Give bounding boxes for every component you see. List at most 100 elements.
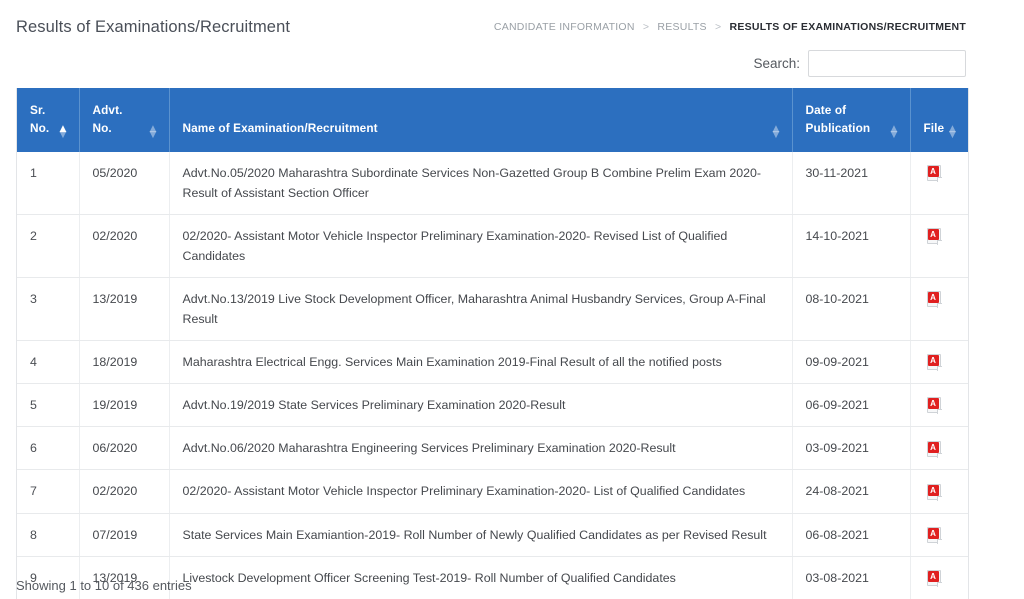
- results-table-container: Sr. No. ▲ ▼ Advt. No. ▲ ▼ Name of Examin…: [16, 88, 969, 599]
- results-page: Results of Examinations/Recruitment CAND…: [0, 0, 1024, 599]
- cell-name: Advt.No.19/2019 State Services Prelimina…: [169, 383, 793, 428]
- cell-date: 08-10-2021: [792, 277, 911, 342]
- column-header-sr-no-line2: No.: [30, 121, 50, 136]
- cell-date: 06-08-2021: [792, 513, 911, 557]
- sort-descending-icon: ▼: [949, 129, 957, 140]
- column-header-date-line2: Publication: [805, 121, 871, 136]
- cell-file: A: [910, 426, 968, 471]
- cell-date: 03-08-2021: [792, 556, 911, 599]
- table-row: 8 07/2019 State Services Main Examiantion-…: [17, 513, 968, 557]
- cell-name: Maharashtra Electrical Engg. Services Ma…: [169, 340, 793, 385]
- cell-name: 02/2020- Assistant Motor Vehicle Inspect…: [169, 469, 793, 514]
- cell-name: Advt.No.06/2020 Maharashtra Engineering …: [169, 426, 793, 471]
- column-header-sr-no-line1: Sr.: [30, 103, 46, 117]
- breadcrumb: CANDIDATE INFORMATION > RESULTS > RESULT…: [494, 21, 966, 33]
- search-input[interactable]: [808, 50, 966, 77]
- table-row: 2 02/2020 02/2020- Assistant Motor Vehicle…: [17, 214, 968, 278]
- cell-advt-no: 05/2020: [79, 151, 170, 215]
- column-header-file[interactable]: File ▲ ▼: [910, 88, 968, 152]
- cell-sr-no: 6: [17, 426, 80, 471]
- cell-name: Advt.No.05/2020 Maharashtra Subordinate …: [169, 151, 793, 215]
- pdf-icon[interactable]: A: [926, 569, 942, 587]
- breadcrumb-item-results[interactable]: RESULTS: [657, 21, 706, 33]
- sort-icon-sr-no[interactable]: ▲ ▼: [59, 124, 70, 140]
- cell-name: State Services Main Examiantion-2019- Ro…: [169, 513, 793, 557]
- cell-file: A: [910, 513, 968, 557]
- table-header-row: Sr. No. ▲ ▼ Advt. No. ▲ ▼ Name of Examin…: [17, 88, 968, 152]
- cell-name: Livestock Development Officer Screening …: [169, 556, 793, 599]
- search-container: Search:: [753, 50, 966, 77]
- table-info-text: Showing 1 to 10 of 436 entries: [16, 578, 192, 593]
- cell-advt-no: 02/2020: [79, 469, 170, 514]
- column-header-name-label: Name of Examination/Recruitment: [182, 121, 378, 136]
- cell-date: 24-08-2021: [792, 469, 911, 514]
- column-header-sr-no[interactable]: Sr. No. ▲ ▼: [17, 88, 80, 152]
- breadcrumb-item-candidate-information[interactable]: CANDIDATE INFORMATION: [494, 21, 635, 33]
- column-header-advt-no[interactable]: Advt. No. ▲ ▼: [79, 88, 170, 152]
- pdf-icon[interactable]: A: [926, 164, 942, 182]
- cell-sr-no: 8: [17, 513, 80, 557]
- sort-icon-advt-no[interactable]: ▲ ▼: [149, 124, 160, 140]
- table-row: 1 05/2020 Advt.No.05/2020 Maharashtra Subo…: [17, 151, 968, 215]
- pdf-download-link[interactable]: A: [926, 291, 942, 309]
- cell-advt-no: 07/2019: [79, 513, 170, 557]
- column-header-name[interactable]: Name of Examination/Recruitment ▲ ▼: [169, 88, 793, 152]
- cell-date: 06-09-2021: [792, 383, 911, 428]
- breadcrumb-current: RESULTS OF EXAMINATIONS/RECRUITMENT: [729, 21, 966, 33]
- cell-sr-no: 3: [17, 277, 80, 342]
- pdf-download-link[interactable]: A: [926, 440, 942, 458]
- cell-sr-no: 2: [17, 214, 80, 278]
- table-row: 6 06/2020 Advt.No.06/2020 Maharashtra Engi…: [17, 426, 968, 471]
- cell-advt-no: 02/2020: [79, 214, 170, 278]
- sort-descending-icon: ▼: [149, 129, 157, 140]
- pdf-download-link[interactable]: A: [926, 397, 942, 415]
- column-header-date-of-publication[interactable]: Date of Publication ▲ ▼: [792, 88, 911, 152]
- sort-icon-file[interactable]: ▲ ▼: [949, 124, 959, 140]
- cell-sr-no: 4: [17, 340, 80, 385]
- pdf-download-link[interactable]: A: [926, 526, 942, 544]
- page-title: Results of Examinations/Recruitment: [16, 18, 291, 36]
- pdf-download-link[interactable]: A: [926, 569, 942, 587]
- cell-sr-no: 1: [17, 151, 80, 215]
- page-header: Results of Examinations/Recruitment CAND…: [0, 0, 1024, 46]
- search-label: Search:: [753, 56, 800, 71]
- cell-advt-no: 06/2020: [79, 426, 170, 471]
- cell-file: A: [910, 214, 968, 278]
- table-row: 4 18/2019 Maharashtra Electrical Engg. Ser…: [17, 340, 968, 385]
- pdf-icon[interactable]: A: [926, 354, 942, 372]
- sort-icon-name[interactable]: ▲ ▼: [772, 124, 783, 140]
- pdf-icon[interactable]: A: [926, 291, 942, 309]
- pdf-icon[interactable]: A: [926, 440, 942, 458]
- cell-date: 03-09-2021: [792, 426, 911, 471]
- column-header-advt-no-line1: Advt.: [92, 103, 123, 117]
- cell-file: A: [910, 383, 968, 428]
- column-header-date-line1: Date of: [805, 103, 847, 117]
- pdf-download-link[interactable]: A: [926, 354, 942, 372]
- cell-file: A: [910, 277, 968, 342]
- breadcrumb-separator: >: [714, 21, 722, 33]
- table-body: 1 05/2020 Advt.No.05/2020 Maharashtra Subo…: [17, 151, 968, 599]
- table-row: 7 02/2020 02/2020- Assistant Motor Vehicle…: [17, 469, 968, 514]
- cell-file: A: [910, 151, 968, 215]
- table-head: Sr. No. ▲ ▼ Advt. No. ▲ ▼ Name of Examin…: [17, 88, 968, 152]
- cell-sr-no: 5: [17, 383, 80, 428]
- sort-descending-icon: ▼: [890, 129, 898, 140]
- breadcrumb-separator: >: [642, 21, 650, 33]
- cell-advt-no: 13/2019: [79, 277, 170, 342]
- sort-icon-date-of-publication[interactable]: ▲ ▼: [890, 124, 901, 140]
- cell-file: A: [910, 556, 968, 599]
- cell-file: A: [910, 469, 968, 514]
- pdf-icon[interactable]: A: [926, 397, 942, 415]
- pdf-download-link[interactable]: A: [926, 483, 942, 501]
- cell-advt-no: 18/2019: [79, 340, 170, 385]
- sort-descending-icon: ▼: [772, 129, 780, 140]
- table-row: 5 19/2019 Advt.No.19/2019 State Services P…: [17, 383, 968, 428]
- sort-descending-icon: ▼: [59, 129, 67, 140]
- pdf-icon[interactable]: A: [926, 227, 942, 245]
- pdf-icon[interactable]: A: [926, 483, 942, 501]
- pdf-icon[interactable]: A: [926, 526, 942, 544]
- pdf-download-link[interactable]: A: [926, 164, 942, 182]
- cell-name: 02/2020- Assistant Motor Vehicle Inspect…: [169, 214, 793, 278]
- cell-date: 30-11-2021: [792, 151, 911, 215]
- pdf-download-link[interactable]: A: [926, 227, 942, 245]
